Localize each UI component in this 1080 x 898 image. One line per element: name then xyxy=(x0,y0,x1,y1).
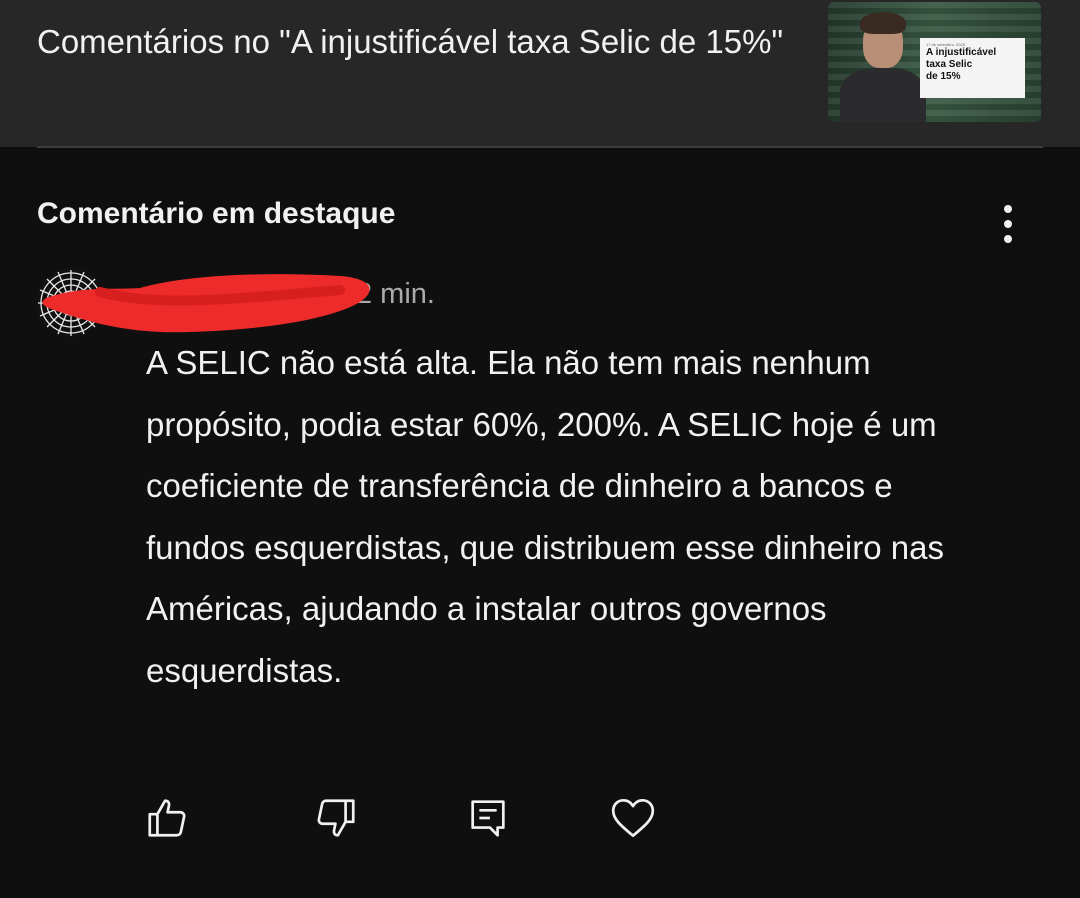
like-button[interactable] xyxy=(139,790,195,846)
avatar[interactable] xyxy=(36,268,106,338)
header-divider xyxy=(37,146,1043,148)
thumbnail-person-hair xyxy=(860,12,906,34)
comment-actions xyxy=(0,790,1080,850)
video-thumbnail[interactable]: 17 de setembro, 2025 A injustificável ta… xyxy=(828,2,1041,122)
thumbnail-title-line: A injustificável xyxy=(926,47,997,58)
thumbnail-title-card: 17 de setembro, 2025 A injustificável ta… xyxy=(920,38,1025,98)
thumbs-up-icon xyxy=(148,799,186,837)
thumbnail-title-line: de 15% xyxy=(926,71,961,82)
highlighted-comment-label: Comentário em destaque xyxy=(37,197,396,230)
comments-header: Comentários no "A injustificável taxa Se… xyxy=(0,0,1080,147)
heart-button[interactable] xyxy=(605,790,661,846)
comment-meta: 2 min. xyxy=(146,278,435,311)
heart-icon xyxy=(611,798,655,838)
video-title: Comentários no "A injustificável taxa Se… xyxy=(37,23,784,60)
dislike-button[interactable] xyxy=(308,790,364,846)
comment-body: A SELIC não está alta. Ela não tem mais … xyxy=(146,344,944,689)
thumbs-down-icon xyxy=(317,799,355,837)
comment-time: 2 min. xyxy=(356,278,435,310)
thumbnail-title-line: taxa Selic xyxy=(926,59,973,70)
thumbnail-person-body xyxy=(840,68,926,122)
reply-icon xyxy=(471,800,505,837)
reply-button[interactable] xyxy=(460,790,516,846)
avatar-pattern-icon xyxy=(36,268,106,338)
more-vert-icon[interactable] xyxy=(988,200,1028,248)
